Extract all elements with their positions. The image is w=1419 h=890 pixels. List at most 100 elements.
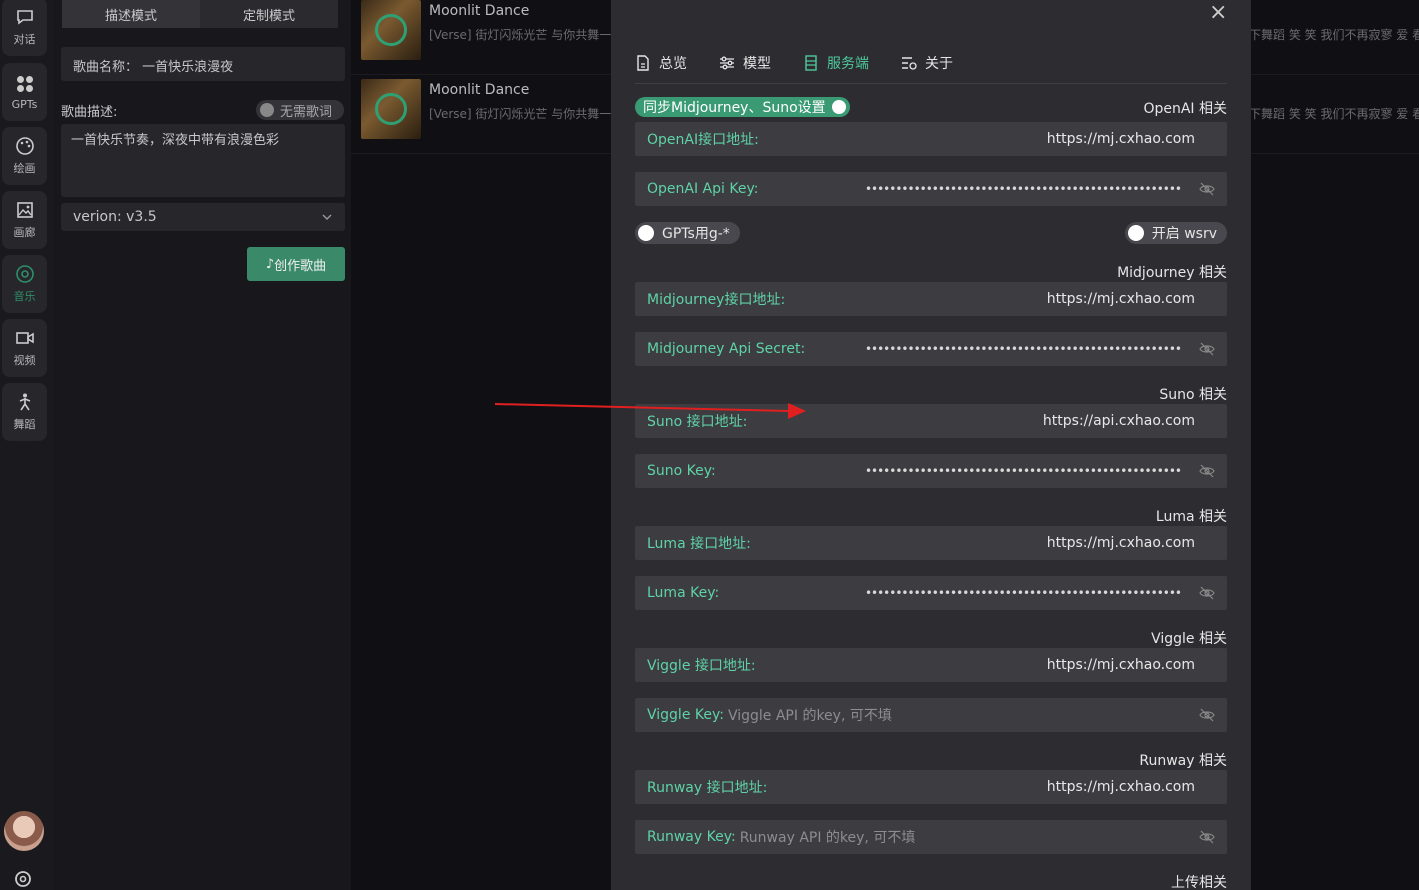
nav-label: 对话 xyxy=(13,33,36,46)
field-label: Suno 接口地址: xyxy=(647,414,748,430)
field-label: Runway Key: xyxy=(647,829,736,845)
tab-overview[interactable]: 总览 xyxy=(635,52,687,74)
palette-icon xyxy=(15,137,34,155)
settings-tabs: 总览 模型 服务端 关于 xyxy=(635,52,1227,84)
chat-icon xyxy=(16,10,33,25)
create-song-label: 创作歌曲 xyxy=(274,258,327,274)
download-icon[interactable] xyxy=(375,14,407,46)
document-icon xyxy=(637,55,649,71)
eye-off-icon[interactable] xyxy=(1199,181,1215,197)
openai-url-field[interactable]: OpenAI接口地址: https://mj.cxhao.com xyxy=(635,122,1227,156)
tab-about[interactable]: 关于 xyxy=(901,52,953,74)
version-value: verion: v3.5 xyxy=(73,209,157,225)
video-icon xyxy=(15,332,34,344)
nav-label: GPTs xyxy=(11,97,38,111)
eye-off-icon[interactable] xyxy=(1199,707,1215,723)
suno-key-field[interactable]: Suno Key: ••••••••••••••••••••••••••••••… xyxy=(635,454,1227,488)
eye-off-icon[interactable] xyxy=(1199,829,1215,845)
runway-url-field[interactable]: Runway 接口地址: https://mj.cxhao.com xyxy=(635,770,1227,804)
user-avatar[interactable] xyxy=(4,811,44,851)
nav-label: 音乐 xyxy=(13,290,36,303)
section-runway: Runway 相关 xyxy=(1139,753,1227,769)
runway-key-field[interactable]: Runway Key: Runway API 的key, 可不填 xyxy=(635,820,1227,854)
song-lyric-tail: 下舞蹈 笑 笑 我们不再寂寥 爱 看 xyxy=(1249,28,1419,42)
server-icon xyxy=(805,55,817,71)
nav-item-gpts[interactable]: GPTs xyxy=(2,63,47,121)
field-value: https://mj.cxhao.com xyxy=(1046,291,1195,307)
tab-model[interactable]: 模型 xyxy=(719,52,771,74)
eye-off-icon[interactable] xyxy=(1199,341,1215,357)
create-song-button[interactable]: ♪ 创作歌曲 xyxy=(247,247,345,281)
sync-settings-toggle[interactable]: 同步Midjourney、Suno设置 xyxy=(635,97,850,117)
mj-secret-field[interactable]: Midjourney Api Secret: •••••••••••••••••… xyxy=(635,332,1227,366)
download-icon[interactable] xyxy=(375,93,407,125)
section-luma: Luma 相关 xyxy=(1155,509,1227,525)
field-label: Viggle 接口地址: xyxy=(647,658,756,674)
left-nav: 对话 GPTs 绘画 画廊 音乐 视频 舞蹈 xyxy=(0,0,53,890)
masked-value: ••••••••••••••••••••••••••••••••••••••••… xyxy=(864,464,1182,478)
tab-label: 关于 xyxy=(925,56,953,72)
viggle-url-field[interactable]: Viggle 接口地址: https://mj.cxhao.com xyxy=(635,648,1227,682)
tab-server[interactable]: 服务端 xyxy=(803,52,869,74)
openai-key-field[interactable]: OpenAI Api Key: ••••••••••••••••••••••••… xyxy=(635,172,1227,206)
gear-icon[interactable] xyxy=(13,869,33,889)
eye-off-icon[interactable] xyxy=(1199,585,1215,601)
tab-label: 总览 xyxy=(659,56,687,72)
mj-url-field[interactable]: Midjourney接口地址: https://mj.cxhao.com xyxy=(635,282,1227,316)
section-openai: OpenAI 相关 xyxy=(1143,101,1227,117)
field-label: Luma 接口地址: xyxy=(647,536,751,552)
info-settings-icon xyxy=(902,57,917,70)
toggle-knob xyxy=(1127,225,1144,241)
nav-label: 视频 xyxy=(13,354,36,367)
song-name-input[interactable]: 歌曲名称： 一首快乐浪漫夜 xyxy=(61,47,345,81)
music-icon xyxy=(15,265,34,283)
suno-url-field[interactable]: Suno 接口地址: https://api.cxhao.com xyxy=(635,404,1227,438)
song-thumbnail xyxy=(361,0,421,60)
tab-describe-mode[interactable]: 描述模式 xyxy=(62,0,200,28)
tab-label: 服务端 xyxy=(827,56,869,72)
field-value: https://mj.cxhao.com xyxy=(1046,131,1195,147)
section-midjourney: Midjourney 相关 xyxy=(1117,265,1227,281)
song-title: Moonlit Dance xyxy=(429,3,530,19)
nav-item-draw[interactable]: 绘画 xyxy=(2,127,47,185)
toggle-knob xyxy=(638,225,654,241)
grid-icon xyxy=(16,75,33,92)
field-label: Suno Key: xyxy=(647,463,716,479)
section-upload: 上传相关 xyxy=(1171,875,1227,890)
wsrv-toggle[interactable]: 开启 wsrv xyxy=(1124,222,1227,244)
eye-off-icon[interactable] xyxy=(1199,463,1215,479)
nav-item-video[interactable]: 视频 xyxy=(2,319,47,377)
song-lyric: [Verse] 街灯闪烁光芒 与你共舞一场 xyxy=(429,28,624,42)
field-placeholder: Runway API 的key, 可不填 xyxy=(739,830,916,846)
no-lyrics-toggle[interactable]: 无需歌词 xyxy=(256,100,344,120)
field-label: OpenAI接口地址: xyxy=(647,132,759,148)
field-label: Midjourney接口地址: xyxy=(647,292,786,308)
field-value: https://mj.cxhao.com xyxy=(1046,779,1195,795)
gpts-toggle[interactable]: GPTs用g-* xyxy=(635,222,740,244)
song-desc-label: 歌曲描述: xyxy=(61,105,118,120)
song-thumbnail xyxy=(361,79,421,139)
music-panel: 描述模式 定制模式 歌曲名称： 一首快乐浪漫夜 歌曲描述: 无需歌词 一首快乐节… xyxy=(53,0,351,890)
luma-url-field[interactable]: Luma 接口地址: https://mj.cxhao.com xyxy=(635,526,1227,560)
nav-label: 舞蹈 xyxy=(13,418,36,431)
nav-item-gallery[interactable]: 画廊 xyxy=(2,191,47,249)
version-select[interactable]: verion: v3.5 xyxy=(61,203,345,231)
sync-toggle-label: 同步Midjourney、Suno设置 xyxy=(643,100,826,116)
wsrv-toggle-label: 开启 wsrv xyxy=(1151,226,1217,242)
nav-item-music[interactable]: 音乐 xyxy=(2,255,47,313)
field-label: OpenAI Api Key: xyxy=(647,181,759,197)
close-icon[interactable]: × xyxy=(1209,2,1227,24)
tab-custom-mode[interactable]: 定制模式 xyxy=(200,0,338,28)
field-label: Midjourney Api Secret: xyxy=(647,341,806,357)
field-value: https://mj.cxhao.com xyxy=(1046,535,1195,551)
nav-item-dance[interactable]: 舞蹈 xyxy=(2,383,47,441)
masked-value: ••••••••••••••••••••••••••••••••••••••••… xyxy=(864,586,1182,600)
tab-label: 模型 xyxy=(743,56,771,72)
song-description-textarea[interactable]: 一首快乐节奏，深夜中带有浪漫色彩 xyxy=(61,124,345,197)
viggle-key-field[interactable]: Viggle Key: Viggle API 的key, 可不填 xyxy=(635,698,1227,732)
nav-label: 画廊 xyxy=(13,226,36,239)
music-note-icon: ♪ xyxy=(265,256,275,272)
song-lyric: [Verse] 街灯闪烁光芒 与你共舞一场 xyxy=(429,107,624,121)
luma-key-field[interactable]: Luma Key: ••••••••••••••••••••••••••••••… xyxy=(635,576,1227,610)
nav-item-chat[interactable]: 对话 xyxy=(2,0,47,56)
